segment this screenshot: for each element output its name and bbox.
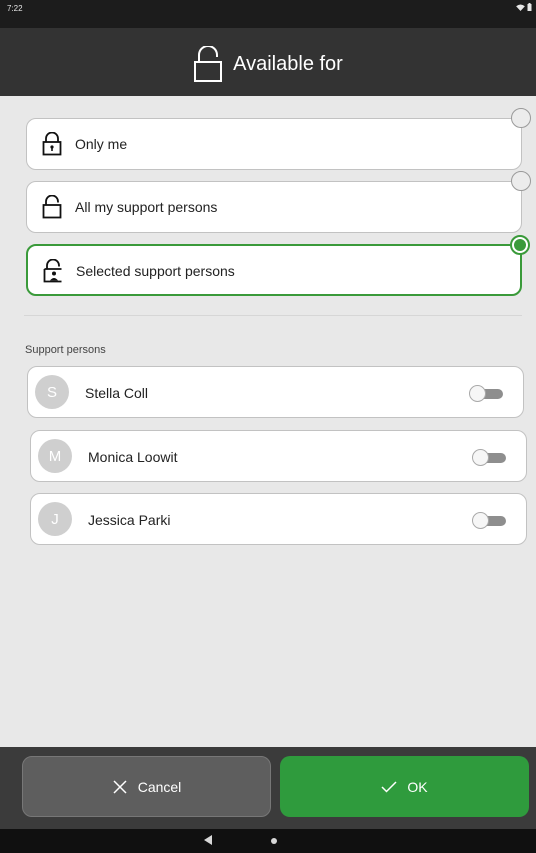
divider <box>24 315 522 316</box>
status-time: 7:22 <box>7 4 23 13</box>
toggle-switch[interactable] <box>472 512 508 529</box>
system-nav-bar <box>0 829 536 853</box>
person-name: Stella Coll <box>85 385 149 401</box>
lock-icon <box>42 132 62 156</box>
wifi-icon <box>516 3 525 11</box>
avatar: J <box>38 502 72 536</box>
home-icon[interactable] <box>271 838 277 844</box>
person-name: Monica Loowit <box>88 449 178 465</box>
avatar: S <box>35 375 69 409</box>
toggle-switch[interactable] <box>472 449 508 466</box>
person-row[interactable]: S Stella Coll <box>27 366 524 418</box>
check-icon <box>381 780 397 793</box>
avatar: M <box>38 439 72 473</box>
ok-label: OK <box>407 778 428 795</box>
action-bar: Cancel OK <box>0 747 536 829</box>
option-all-support-persons[interactable]: All my support persons <box>26 171 531 233</box>
person-name: Jessica Parki <box>88 512 171 528</box>
radio-button[interactable] <box>511 171 531 191</box>
cancel-button[interactable]: Cancel <box>22 756 271 817</box>
option-selected-support-persons[interactable]: Selected support persons <box>26 235 530 296</box>
battery-icon <box>527 3 532 11</box>
person-row[interactable]: J Jessica Parki <box>30 493 527 545</box>
status-icons <box>516 3 532 11</box>
ok-button[interactable]: OK <box>280 756 529 817</box>
section-label: Support persons <box>25 344 106 356</box>
back-icon[interactable] <box>204 835 212 845</box>
page-title: Available for <box>233 52 343 75</box>
person-row[interactable]: M Monica Loowit <box>30 430 527 482</box>
option-label: All my support persons <box>75 199 218 215</box>
option-only-me[interactable]: Only me <box>26 108 531 170</box>
unlock-icon <box>42 195 62 219</box>
status-bar: 7:22 <box>0 0 536 28</box>
close-icon <box>113 779 127 794</box>
option-label: Selected support persons <box>76 263 235 279</box>
unlock-icon <box>194 46 223 82</box>
radio-button[interactable] <box>511 108 531 128</box>
option-label: Only me <box>75 136 128 152</box>
content-area: Only me All my support persons Selected … <box>0 96 536 747</box>
person-lock-icon <box>43 259 62 283</box>
toggle-switch[interactable] <box>469 385 505 402</box>
app-header: Available for <box>0 28 536 96</box>
cancel-label: Cancel <box>137 778 182 795</box>
radio-button[interactable] <box>510 235 530 255</box>
